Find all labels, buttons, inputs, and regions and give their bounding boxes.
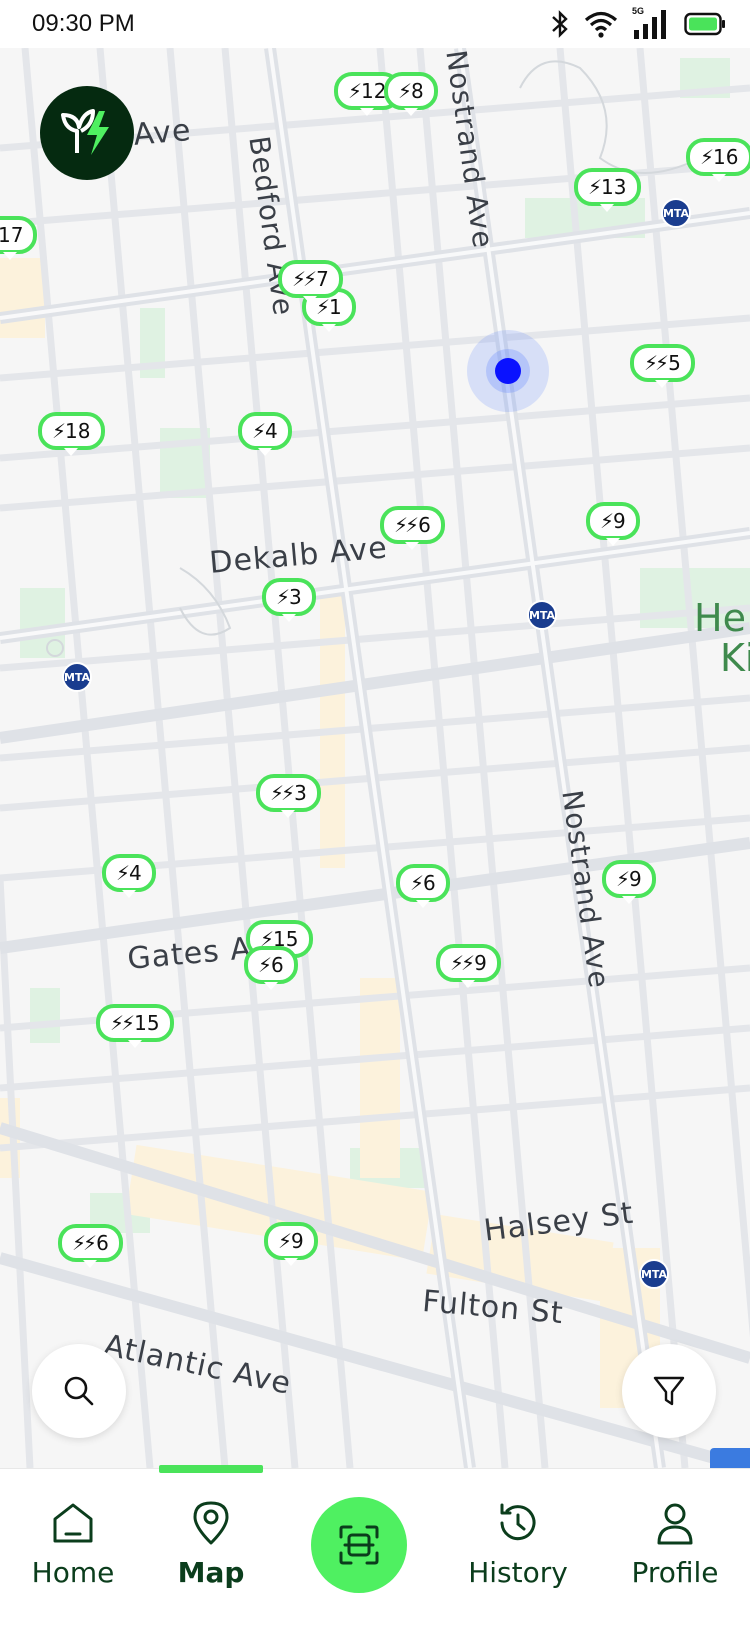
filter-button[interactable] [622, 1344, 716, 1438]
mta-station-icon[interactable]: MTA [62, 662, 92, 692]
charger-marker[interactable]: ⚡⚡ 3 [256, 774, 321, 818]
charger-marker[interactable]: ⚡ 4 [238, 412, 292, 456]
mta-station-icon[interactable]: MTA [639, 1259, 669, 1289]
charger-marker[interactable]: ⚡ 6 [244, 946, 298, 990]
current-location-marker [467, 330, 549, 412]
map-pin-icon [193, 1501, 229, 1545]
status-time: 09:30 PM [32, 10, 135, 37]
battery-icon [684, 12, 725, 36]
search-button[interactable] [32, 1344, 126, 1438]
scan-button[interactable] [311, 1497, 407, 1593]
place-label-line1: He [694, 596, 746, 640]
charger-marker[interactable]: ⚡ 4 [102, 854, 156, 898]
profile-icon [657, 1503, 693, 1545]
wifi-icon [584, 11, 618, 38]
charger-marker[interactable]: ⚡⚡ 15 [96, 1004, 174, 1048]
nav-profile[interactable]: Profile [610, 1499, 740, 1589]
street-label-ave-top: Ave [132, 112, 193, 153]
nav-map-label: Map [177, 1556, 245, 1589]
charger-marker[interactable]: ⚡ 18 [38, 412, 105, 456]
home-icon [53, 1503, 93, 1543]
brand-logo[interactable] [40, 86, 134, 180]
history-icon [500, 1503, 536, 1541]
map-view[interactable]: Ave Bedford Ave Nostrand Ave Dekalb Ave … [0, 48, 750, 1468]
charger-marker[interactable]: ⚡ 9 [586, 502, 640, 546]
charger-marker[interactable]: ⚡⚡ 6 [380, 506, 445, 550]
charger-marker[interactable]: ⚡ 8 [384, 72, 438, 116]
charger-marker[interactable]: ⚡⚡ 5 [630, 344, 695, 388]
charger-marker[interactable]: ⚡⚡ 7 [278, 260, 343, 304]
cellular-signal-icon: 5G [632, 6, 670, 40]
active-tab-indicator [159, 1465, 263, 1473]
status-bar: 09:30 PM 5G [0, 0, 750, 48]
nav-map[interactable]: Map [146, 1499, 276, 1589]
mta-station-icon[interactable]: MTA [527, 600, 557, 630]
charger-marker[interactable]: ⚡⚡ 9 [436, 944, 501, 988]
nav-home-label: Home [31, 1556, 115, 1589]
search-icon [64, 1376, 94, 1406]
nav-history[interactable]: History [453, 1499, 583, 1589]
charger-marker[interactable]: ⚡ 9 [264, 1222, 318, 1266]
leaf-bolt-icon [61, 109, 109, 155]
filter-icon [653, 1376, 685, 1406]
mta-station-icon[interactable]: MTA [661, 198, 691, 228]
charger-marker[interactable]: ⚡ 16 [686, 138, 750, 182]
charger-marker[interactable]: 17 [0, 216, 38, 260]
nav-history-label: History [468, 1556, 568, 1589]
map-attribution-chip[interactable] [710, 1448, 750, 1468]
bluetooth-icon [552, 10, 568, 38]
charger-marker[interactable]: ⚡ 13 [574, 168, 641, 212]
charger-marker[interactable]: ⚡ 6 [396, 864, 450, 908]
charger-marker[interactable]: ⚡⚡ 6 [58, 1224, 123, 1268]
scan-icon [339, 1525, 379, 1565]
charger-marker[interactable]: ⚡ 3 [262, 578, 316, 622]
place-label: He Ki [694, 598, 750, 678]
status-icons: 5G [550, 6, 726, 40]
bottom-navigation: Home Map History Profile [0, 1465, 750, 1625]
nav-profile-label: Profile [631, 1556, 719, 1589]
nav-home[interactable]: Home [8, 1499, 138, 1589]
charger-marker[interactable]: ⚡ 9 [602, 860, 656, 904]
place-label-line2: Ki [720, 636, 750, 680]
